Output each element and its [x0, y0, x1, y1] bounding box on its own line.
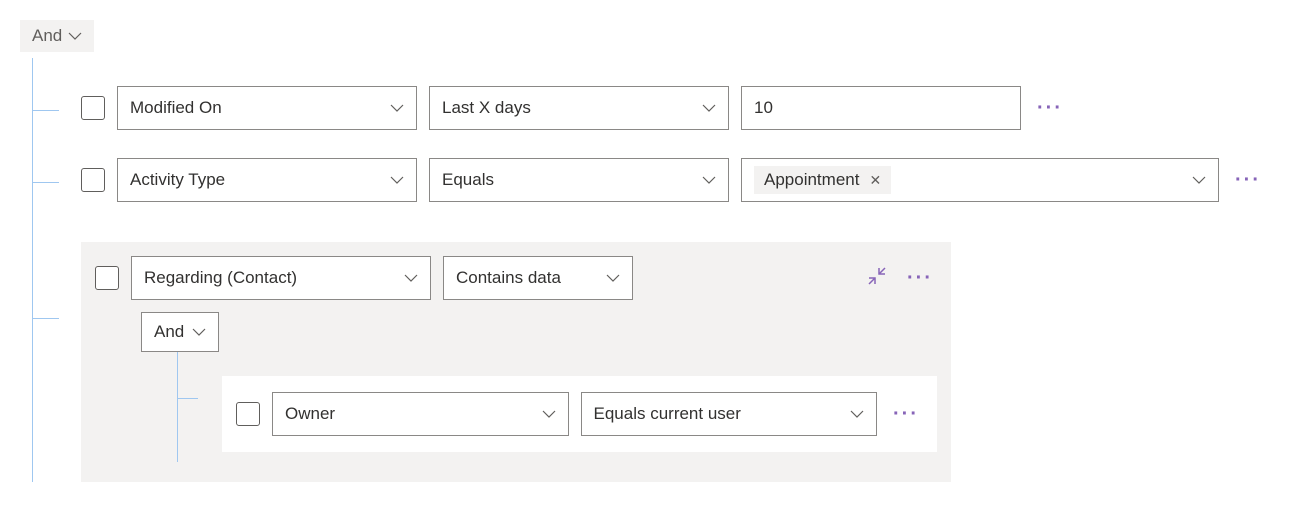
- value-text: 10: [754, 98, 1008, 118]
- attribute-selector[interactable]: Modified On: [117, 86, 417, 130]
- tag-label: Appointment: [764, 170, 859, 190]
- value-input[interactable]: 10: [741, 86, 1021, 130]
- attribute-label: Owner: [285, 404, 335, 424]
- operator-selector[interactable]: Equals current user: [581, 392, 878, 436]
- row-checkbox[interactable]: [81, 96, 105, 120]
- chevron-down-icon: [702, 103, 716, 113]
- operator-label: Equals: [442, 170, 494, 190]
- attribute-label: Modified On: [130, 98, 222, 118]
- row-checkbox[interactable]: [95, 266, 119, 290]
- value-tag: Appointment ✕: [754, 166, 891, 194]
- chevron-down-icon: [606, 273, 620, 283]
- more-actions-button[interactable]: ···: [1033, 97, 1067, 120]
- row-checkbox[interactable]: [81, 168, 105, 192]
- close-icon[interactable]: ✕: [869, 172, 881, 189]
- conditions-tree: Modified On Last X days 10 ··· Activity …: [32, 58, 1284, 482]
- sub-operator-selector[interactable]: And: [141, 312, 219, 352]
- multi-value-selector[interactable]: Appointment ✕: [741, 158, 1219, 202]
- chevron-down-icon: [542, 409, 556, 419]
- attribute-label: Activity Type: [130, 170, 225, 190]
- attribute-selector[interactable]: Activity Type: [117, 158, 417, 202]
- related-entity-selector[interactable]: Regarding (Contact): [131, 256, 431, 300]
- root-operator-label: And: [32, 26, 62, 46]
- operator-label: Equals current user: [594, 404, 741, 424]
- related-operator-selector[interactable]: Contains data: [443, 256, 633, 300]
- operator-selector[interactable]: Equals: [429, 158, 729, 202]
- root-operator-selector[interactable]: And: [20, 20, 94, 52]
- chevron-down-icon: [404, 273, 418, 283]
- related-entity-label: Regarding (Contact): [144, 268, 297, 288]
- chevron-down-icon: [390, 103, 404, 113]
- chevron-down-icon: [1192, 175, 1206, 185]
- chevron-down-icon: [702, 175, 716, 185]
- more-actions-button[interactable]: ···: [1231, 169, 1265, 192]
- chevron-down-icon: [192, 327, 206, 337]
- chevron-down-icon: [68, 31, 82, 41]
- condition-row: Modified On Last X days 10 ···: [33, 58, 1284, 130]
- operator-label: Last X days: [442, 98, 531, 118]
- condition-row: Activity Type Equals Appointment ✕: [33, 130, 1284, 202]
- related-entity-group: Regarding (Contact) Contains data: [81, 242, 951, 482]
- chevron-down-icon: [850, 409, 864, 419]
- sub-conditions-tree: Owner Equals current user ···: [177, 352, 937, 462]
- chevron-down-icon: [390, 175, 404, 185]
- condition-row: Owner Equals current user ···: [178, 352, 937, 452]
- more-actions-button[interactable]: ···: [903, 267, 937, 290]
- row-checkbox[interactable]: [236, 402, 260, 426]
- sub-operator-label: And: [154, 322, 184, 342]
- more-actions-button[interactable]: ···: [889, 403, 923, 426]
- related-operator-label: Contains data: [456, 268, 561, 288]
- attribute-selector[interactable]: Owner: [272, 392, 569, 436]
- collapse-icon[interactable]: [863, 262, 891, 295]
- nested-group-wrap: Regarding (Contact) Contains data: [33, 242, 1284, 482]
- operator-selector[interactable]: Last X days: [429, 86, 729, 130]
